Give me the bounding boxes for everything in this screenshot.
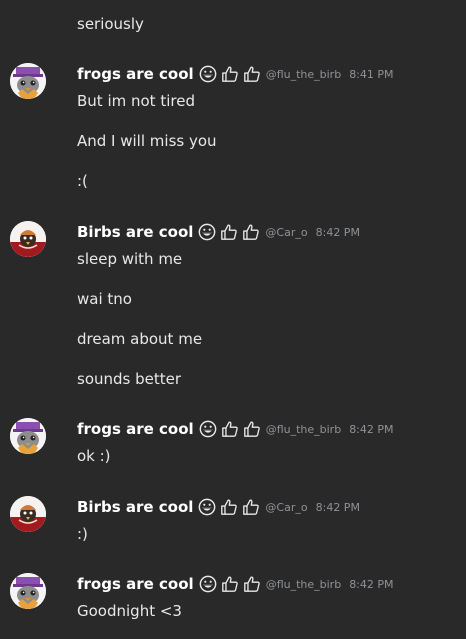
- user-handle: @Car_o: [265, 225, 308, 239]
- grin-emoji-icon: [199, 575, 217, 593]
- message-text: seriously: [77, 15, 144, 33]
- chat-log: seriously frogs are cool @flu_the_birb 8…: [0, 0, 466, 639]
- message-text: :(: [77, 172, 88, 190]
- message-header: frogs are cool @flu_the_birb 8:41 PM: [77, 63, 394, 85]
- author-name[interactable]: frogs are cool: [77, 575, 194, 593]
- grin-emoji-icon: [198, 223, 216, 241]
- timestamp: 8:42 PM: [315, 225, 360, 239]
- avatar[interactable]: [10, 573, 46, 609]
- grin-emoji-icon: [199, 65, 217, 83]
- message-header: frogs are cool @flu_the_birb 8:42 PM: [77, 573, 394, 595]
- frog-avatar-image: [10, 418, 46, 454]
- thumbs-up-icon: [220, 498, 238, 516]
- avatar[interactable]: [10, 418, 46, 454]
- avatar[interactable]: [10, 63, 46, 99]
- message-text: wai tno: [77, 290, 132, 308]
- thumbs-up-icon: [242, 498, 260, 516]
- thumbs-up-icon: [220, 223, 238, 241]
- frog-avatar-image: [10, 63, 46, 99]
- message-text: sounds better: [77, 370, 182, 388]
- thumbs-up-icon: [242, 223, 260, 241]
- thumbs-up-icon: [243, 65, 261, 83]
- message-text: But im not tired: [77, 92, 195, 110]
- author-name[interactable]: Birbs are cool: [77, 498, 193, 516]
- user-handle: @flu_the_birb: [265, 67, 342, 81]
- author-name[interactable]: frogs are cool: [77, 65, 194, 83]
- message-header: frogs are cool @flu_the_birb 8:42 PM: [77, 418, 394, 440]
- timestamp: 8:41 PM: [349, 67, 394, 81]
- thumbs-up-icon: [221, 65, 239, 83]
- avatar[interactable]: [10, 221, 46, 257]
- message-header: Birbs are cool @Car_o 8:42 PM: [77, 496, 360, 518]
- message-text: :): [77, 525, 88, 543]
- message-text: sleep with me: [77, 250, 183, 268]
- grin-emoji-icon: [199, 420, 217, 438]
- thumbs-up-icon: [243, 575, 261, 593]
- author-name[interactable]: frogs are cool: [77, 420, 194, 438]
- timestamp: 8:42 PM: [349, 577, 394, 591]
- message-text: And I will miss you: [77, 132, 217, 150]
- thumbs-up-icon: [221, 420, 239, 438]
- message-text: dream about me: [77, 330, 203, 348]
- timestamp: 8:42 PM: [349, 422, 394, 436]
- user-handle: @Car_o: [265, 500, 308, 514]
- author-name[interactable]: Birbs are cool: [77, 223, 193, 241]
- message-text: Goodnight <3: [77, 602, 182, 620]
- birb-avatar-image: [10, 496, 46, 532]
- avatar[interactable]: [10, 496, 46, 532]
- message-text: ok :): [77, 447, 111, 465]
- thumbs-up-icon: [243, 420, 261, 438]
- birb-avatar-image: [10, 221, 46, 257]
- message-header: Birbs are cool @Car_o 8:42 PM: [77, 221, 360, 243]
- frog-avatar-image: [10, 573, 46, 609]
- grin-emoji-icon: [198, 498, 216, 516]
- timestamp: 8:42 PM: [315, 500, 360, 514]
- thumbs-up-icon: [221, 575, 239, 593]
- user-handle: @flu_the_birb: [265, 577, 342, 591]
- user-handle: @flu_the_birb: [265, 422, 342, 436]
